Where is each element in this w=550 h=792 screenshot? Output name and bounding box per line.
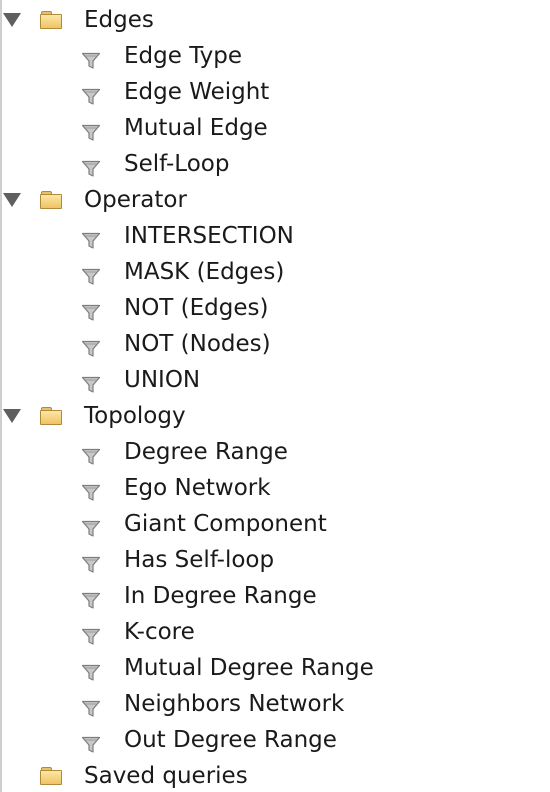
tree-node-label: Operator (84, 187, 187, 213)
tree-node-label: Edges (84, 7, 154, 33)
filter-item-intersection[interactable]: INTERSECTION (0, 218, 550, 254)
expand-toggle-icon[interactable] (3, 193, 21, 207)
filter-funnel-icon (81, 334, 101, 357)
filter-funnel-icon (81, 694, 101, 717)
filter-library-tree: Edges Edge Type Edge Weight Mutual Edge Self… (0, 2, 550, 792)
filter-funnel-icon (81, 478, 101, 501)
filter-funnel-icon (81, 46, 101, 69)
filter-item-label: INTERSECTION (124, 223, 294, 249)
filter-funnel-icon (81, 118, 101, 141)
filter-item-in-degree-range[interactable]: In Degree Range (0, 578, 550, 614)
filter-funnel-icon (81, 586, 101, 609)
filter-funnel-icon (81, 226, 101, 249)
tree-node-label: Topology (84, 403, 186, 429)
filter-item-giant-component[interactable]: Giant Component (0, 506, 550, 542)
filter-item-ego-network[interactable]: Ego Network (0, 470, 550, 506)
filter-funnel-icon (81, 658, 101, 681)
filter-item-label: NOT (Nodes) (124, 331, 271, 357)
filter-item-label: UNION (124, 367, 201, 393)
filter-item-label: MASK (Edges) (124, 259, 285, 285)
filter-item-label: K-core (124, 619, 195, 645)
expand-toggle-icon[interactable] (3, 409, 21, 423)
filter-item-label: Edge Type (124, 43, 243, 69)
tree-node-edges[interactable]: Edges (0, 2, 550, 38)
filter-funnel-icon (81, 622, 101, 645)
folder-icon (40, 191, 62, 209)
filter-funnel-icon (81, 730, 101, 753)
tree-node-label: Saved queries (84, 763, 248, 789)
filter-funnel-icon (81, 154, 101, 177)
filter-item-label: Out Degree Range (124, 727, 337, 753)
filter-funnel-icon (81, 514, 101, 537)
filter-item-label: Self-Loop (124, 151, 230, 177)
filter-item-mutual-degree-range[interactable]: Mutual Degree Range (0, 650, 550, 686)
filter-item-label: Has Self-loop (124, 547, 275, 573)
filter-item-label: Mutual Edge (124, 115, 268, 141)
filter-item-label: In Degree Range (124, 583, 317, 609)
folder-icon (40, 11, 62, 29)
filter-item-self-loop[interactable]: Self-Loop (0, 146, 550, 182)
filter-funnel-icon (81, 82, 101, 105)
filter-item-label: Edge Weight (124, 79, 270, 105)
filter-funnel-icon (81, 298, 101, 321)
filter-item-degree-range[interactable]: Degree Range (0, 434, 550, 470)
filter-item-k-core[interactable]: K-core (0, 614, 550, 650)
filter-item-not-edges[interactable]: NOT (Edges) (0, 290, 550, 326)
filter-funnel-icon (81, 550, 101, 573)
tree-node-saved-queries[interactable]: Saved queries (0, 758, 550, 792)
filter-funnel-icon (81, 262, 101, 285)
filter-item-mutual-edge[interactable]: Mutual Edge (0, 110, 550, 146)
filter-funnel-icon (81, 370, 101, 393)
filter-item-has-self-loop[interactable]: Has Self-loop (0, 542, 550, 578)
filter-item-mask-edges[interactable]: MASK (Edges) (0, 254, 550, 290)
tree-node-operator[interactable]: Operator (0, 182, 550, 218)
filter-funnel-icon (81, 442, 101, 465)
filter-item-neighbors-network[interactable]: Neighbors Network (0, 686, 550, 722)
folder-icon (40, 767, 62, 785)
filter-item-edge-type[interactable]: Edge Type (0, 38, 550, 74)
filter-item-label: Giant Component (124, 511, 327, 537)
filter-item-edge-weight[interactable]: Edge Weight (0, 74, 550, 110)
folder-icon (40, 407, 62, 425)
filter-item-union[interactable]: UNION (0, 362, 550, 398)
filter-item-not-nodes[interactable]: NOT (Nodes) (0, 326, 550, 362)
expand-toggle-icon[interactable] (3, 13, 21, 27)
filter-item-label: Degree Range (124, 439, 288, 465)
filter-item-label: Mutual Degree Range (124, 655, 374, 681)
filter-item-label: NOT (Edges) (124, 295, 269, 321)
filter-item-label: Neighbors Network (124, 691, 345, 717)
filter-item-out-degree-range[interactable]: Out Degree Range (0, 722, 550, 758)
filter-item-label: Ego Network (124, 475, 271, 501)
tree-node-topology[interactable]: Topology (0, 398, 550, 434)
